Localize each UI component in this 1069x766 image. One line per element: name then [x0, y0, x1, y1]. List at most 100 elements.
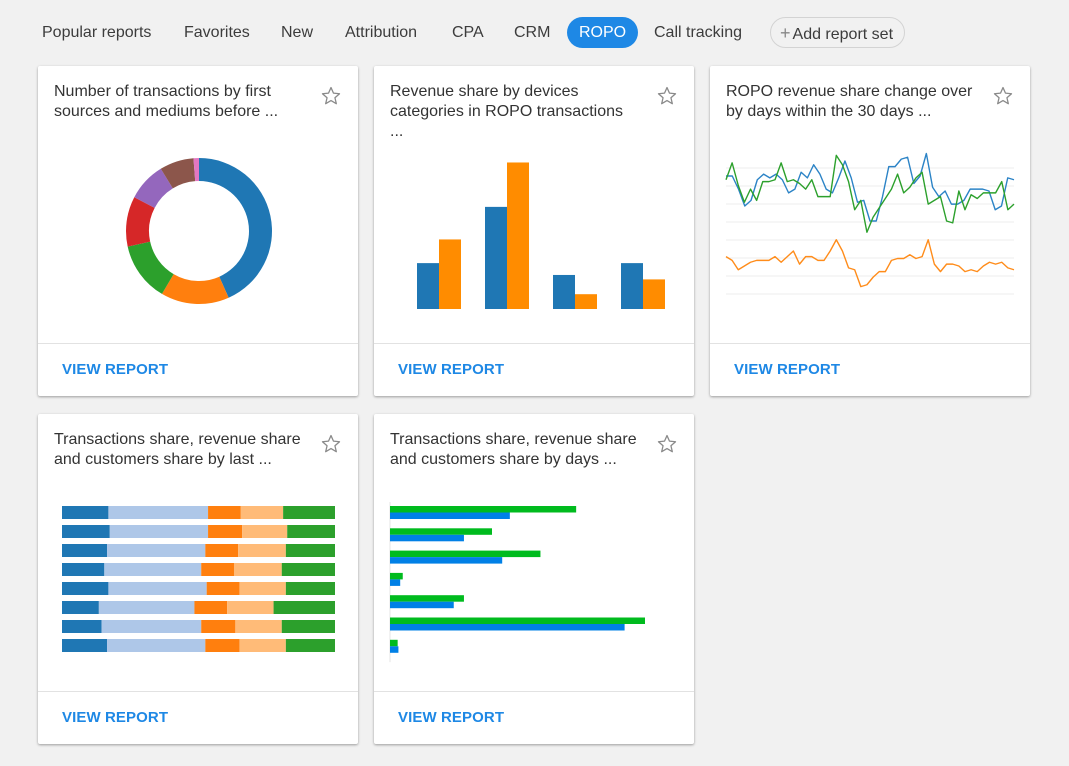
view-report-button[interactable]: VIEW REPORT: [398, 709, 504, 726]
bar: [417, 263, 439, 309]
tab-favorites[interactable]: Favorites: [184, 17, 250, 48]
plus-icon: +: [780, 23, 791, 43]
tab-call-tracking[interactable]: Call tracking: [654, 17, 742, 48]
star-icon[interactable]: [320, 433, 342, 455]
stacked-segment: [242, 525, 288, 538]
bar: [575, 294, 597, 309]
bar: [439, 239, 461, 309]
card-title: Number of transactions by first sources …: [54, 83, 279, 120]
hbar: [390, 624, 625, 631]
card-footer: VIEW REPORT: [710, 343, 1030, 396]
card-footer: VIEW REPORT: [38, 343, 358, 396]
stacked-segment: [287, 525, 335, 538]
card-title: Transactions share, revenue share and cu…: [390, 431, 637, 468]
series-line: [725, 239, 1015, 288]
stacked-segment: [238, 544, 286, 557]
line-chart: [710, 136, 1030, 344]
line-svg: [725, 152, 1015, 295]
stacked-segment: [62, 544, 108, 557]
stacked-segment: [107, 544, 206, 557]
stacked-segment: [240, 506, 284, 519]
stacked-segment: [98, 601, 195, 614]
stacked-segment: [273, 601, 335, 614]
tab-cpa[interactable]: CPA: [452, 17, 484, 48]
add-report-set-button[interactable]: + Add report set: [770, 17, 906, 48]
report-card: Transactions share, revenue share and cu…: [374, 414, 694, 744]
hbar: [390, 557, 503, 564]
stacked-segment: [101, 620, 202, 633]
stacked-segment: [239, 582, 286, 595]
tab-crm[interactable]: CRM: [514, 17, 550, 48]
stacked-segment: [62, 525, 110, 538]
stacked-segment: [285, 639, 335, 652]
tab-ropo[interactable]: ROPO: [567, 17, 639, 48]
add-report-set-label: Add report set: [792, 26, 894, 43]
donut-svg: [126, 158, 272, 304]
tab-new[interactable]: New: [281, 17, 313, 48]
card-footer: VIEW REPORT: [374, 343, 694, 396]
hbar: [390, 528, 492, 535]
stacked-bar-chart: [38, 484, 358, 692]
stacked-segment: [62, 506, 109, 519]
stacked-segment: [62, 601, 99, 614]
view-report-button[interactable]: VIEW REPORT: [398, 361, 504, 378]
donut-slice: [161, 274, 229, 304]
stacked-segment: [107, 639, 206, 652]
stacked-segment: [62, 620, 102, 633]
card-footer: VIEW REPORT: [38, 691, 358, 744]
stacked-segment: [205, 544, 239, 557]
bar: [643, 279, 665, 309]
card-title: Revenue share by devices categories in R…: [390, 83, 623, 140]
hbar: [390, 512, 510, 519]
series-line: [726, 152, 1015, 222]
stacked-segment: [205, 639, 240, 652]
star-icon[interactable]: [320, 85, 342, 107]
hbar: [390, 534, 464, 542]
hbar: [390, 639, 398, 647]
bar-chart: [374, 136, 694, 344]
stacked-segment: [208, 525, 243, 538]
stacked-segment: [201, 563, 234, 576]
bar: [621, 263, 643, 309]
stacked-svg: [62, 506, 335, 652]
tab-attribution[interactable]: Attribution: [345, 17, 417, 48]
stacked-segment: [62, 582, 109, 595]
hbar: [390, 646, 399, 653]
view-report-button[interactable]: VIEW REPORT: [734, 361, 840, 378]
stacked-segment: [227, 601, 274, 614]
stacked-segment: [194, 601, 228, 614]
hbar: [390, 572, 403, 580]
hbar: [390, 617, 645, 624]
stacked-segment: [109, 525, 209, 538]
star-icon[interactable]: [656, 433, 678, 455]
hbar: [390, 550, 541, 558]
view-report-button[interactable]: VIEW REPORT: [62, 709, 168, 726]
stacked-segment: [62, 563, 105, 576]
stacked-segment: [208, 506, 241, 519]
stacked-segment: [108, 582, 207, 595]
view-report-button[interactable]: VIEW REPORT: [62, 361, 168, 378]
stacked-segment: [201, 620, 236, 633]
stacked-segment: [285, 544, 335, 557]
stacked-segment: [233, 563, 282, 576]
card-title: Transactions share, revenue share and cu…: [54, 431, 301, 468]
stacked-segment: [281, 563, 335, 576]
stacked-segment: [281, 620, 335, 633]
hbar-svg: [389, 502, 645, 663]
bar-svg: [417, 162, 665, 309]
card-footer: VIEW REPORT: [374, 691, 694, 744]
donut-slice: [199, 158, 272, 298]
tab-popular-reports[interactable]: Popular reports: [42, 17, 151, 48]
hbar: [390, 595, 464, 602]
stacked-segment: [206, 582, 240, 595]
report-set-tabs: Popular reports Favorites New Attributio…: [0, 0, 1069, 65]
bar: [485, 206, 507, 309]
star-icon[interactable]: [656, 85, 678, 107]
report-card: Revenue share by devices categories in R…: [374, 66, 694, 396]
stacked-segment: [239, 639, 286, 652]
report-card: Transactions share, revenue share and cu…: [38, 414, 358, 744]
horizontal-bar-chart: [374, 484, 694, 692]
stacked-segment: [104, 563, 202, 576]
star-icon[interactable]: [992, 85, 1014, 107]
bar: [507, 162, 529, 309]
